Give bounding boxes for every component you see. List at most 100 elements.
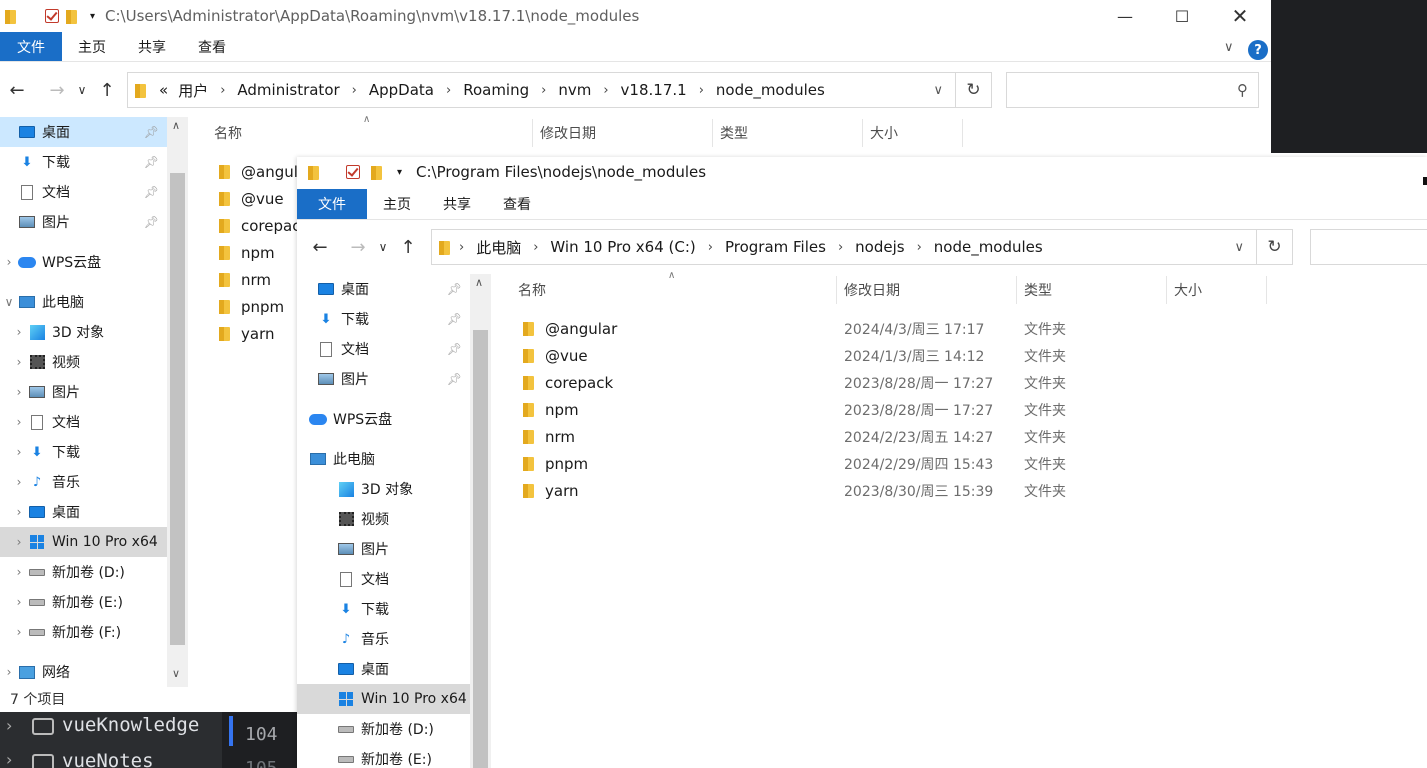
column-size[interactable]: 大小 (1174, 276, 1202, 304)
column-size[interactable]: 大小 (870, 119, 898, 147)
chevron-right-icon[interactable]: › (0, 665, 18, 679)
column-divider[interactable] (962, 119, 963, 147)
pin-icon[interactable]: 📌︎ (447, 282, 462, 296)
search-input[interactable] (1310, 229, 1427, 265)
chevron-right-icon[interactable]: › (10, 415, 28, 429)
crumb-roaming[interactable]: Roaming (463, 81, 529, 99)
minimize-button[interactable]: — (1096, 0, 1154, 32)
column-name[interactable]: 名称 (518, 276, 546, 304)
pin-icon[interactable]: 📌︎ (144, 125, 159, 139)
column-divider[interactable] (836, 276, 837, 304)
column-date[interactable]: 修改日期 (844, 276, 900, 304)
new-folder-icon[interactable] (370, 165, 383, 180)
file-row[interactable]: pnpm (218, 293, 284, 320)
back-button[interactable]: ← (2, 75, 32, 105)
tab-home[interactable]: 主页 (62, 32, 122, 61)
crumb-appdata[interactable]: AppData (369, 81, 434, 99)
chevron-right-icon[interactable]: › (352, 83, 357, 98)
nav-item-documents[interactable]: 文档 📌︎ (0, 177, 167, 207)
forward-button[interactable]: → (343, 232, 373, 262)
customize-toolbar-icon[interactable]: ▾ (90, 11, 95, 22)
column-divider[interactable] (862, 119, 863, 147)
pin-icon[interactable]: 📌︎ (144, 155, 159, 169)
nav-item-e-drive[interactable]: › 新加卷 (E:) (0, 587, 188, 617)
nav-item-pictures-pc[interactable]: › 图片 (0, 377, 188, 407)
column-type[interactable]: 类型 (1024, 276, 1052, 304)
file-row[interactable]: npm 2023/8/28/周一 17:27 文件夹 (522, 396, 1282, 423)
file-row[interactable]: @vue (218, 185, 284, 212)
file-row[interactable]: @vue 2024/1/3/周三 14:12 文件夹 (522, 342, 1282, 369)
project-item[interactable]: vueKnowledge (62, 714, 199, 736)
nav-item-this-pc[interactable]: ∨ 此电脑 (0, 287, 188, 317)
nav-scrollbar[interactable]: ∧ ∨ (167, 117, 188, 687)
recent-locations-button[interactable]: ∨ (373, 232, 393, 262)
nav-scrollbar[interactable]: ∧ (470, 274, 491, 768)
refresh-button[interactable]: ↻ (956, 72, 992, 108)
properties-icon[interactable] (45, 9, 59, 23)
help-icon[interactable]: ? (1248, 40, 1268, 60)
pin-icon[interactable]: 📌︎ (447, 372, 462, 386)
nav-item-e-drive[interactable]: 新加卷 (E:) (297, 744, 491, 768)
crumb-nodejs[interactable]: nodejs (855, 238, 904, 256)
tab-view[interactable]: 查看 (487, 189, 547, 219)
recent-locations-button[interactable]: ∨ (72, 75, 92, 105)
crumb-node-modules[interactable]: node_modules (716, 81, 825, 99)
project-item[interactable]: vueNotes (62, 750, 154, 768)
chevron-right-icon[interactable]: › (446, 83, 451, 98)
nav-item-network[interactable]: › 网络 (0, 657, 188, 687)
nav-item-wps[interactable]: › WPS云盘 (0, 247, 188, 277)
file-row[interactable]: @angular 2024/4/3/周三 17:17 文件夹 (522, 315, 1282, 342)
chevron-right-icon[interactable]: › (838, 240, 843, 255)
tab-file[interactable]: 文件 (0, 32, 62, 61)
file-row[interactable]: @angul (218, 158, 298, 185)
chevron-right-icon[interactable]: › (10, 565, 28, 579)
nav-item-documents-pc[interactable]: › 文档 (0, 407, 188, 437)
chevron-down-icon[interactable]: ∨ (0, 295, 18, 309)
tab-share[interactable]: 共享 (122, 32, 182, 61)
maximize-button[interactable]: ☐ (1153, 0, 1211, 32)
file-row[interactable]: nrm (218, 266, 271, 293)
crumb-version[interactable]: v18.17.1 (621, 81, 687, 99)
file-row[interactable]: npm (218, 239, 275, 266)
address-bar[interactable]: « 用户 › Administrator › AppData › Roaming › n… (127, 72, 956, 108)
file-row[interactable]: yarn 2023/8/30/周三 15:39 文件夹 (522, 477, 1282, 504)
crumb-program-files[interactable]: Program Files (725, 238, 826, 256)
address-dropdown-icon[interactable]: ∨ (1234, 240, 1244, 255)
pin-icon[interactable]: 📌︎ (144, 215, 159, 229)
crumb-this-pc[interactable]: 此电脑 (476, 237, 521, 258)
crumb-nvm[interactable]: nvm (558, 81, 591, 99)
column-type[interactable]: 类型 (720, 119, 748, 147)
scroll-down-icon[interactable]: ∨ (172, 667, 180, 680)
expand-ribbon-icon[interactable]: ∨ (1224, 40, 1234, 55)
close-button[interactable]: ✕ (1211, 0, 1269, 32)
nav-item-d-drive[interactable]: › 新加卷 (D:) (0, 557, 188, 587)
nav-item-desktop-pc[interactable]: 桌面 (297, 654, 491, 684)
nav-item-downloads[interactable]: ⬇ 下载 📌︎ (0, 147, 167, 177)
nav-item-downloads-pc[interactable]: › ⬇ 下载 (0, 437, 188, 467)
back-button[interactable]: ← (305, 232, 335, 262)
nav-item-downloads[interactable]: ⬇ 下载 📌︎ (297, 304, 470, 334)
pin-icon[interactable]: 📌︎ (447, 342, 462, 356)
column-divider[interactable] (532, 119, 533, 147)
chevron-right-icon[interactable]: › (10, 505, 28, 519)
search-input[interactable]: ⚲ (1006, 72, 1259, 108)
chevron-right-icon[interactable]: › (10, 385, 28, 399)
nav-item-pictures[interactable]: 图片 📌︎ (0, 207, 167, 237)
nav-item-videos[interactable]: 视频 (297, 504, 491, 534)
nav-item-3d[interactable]: › 3D 对象 (0, 317, 188, 347)
tab-home[interactable]: 主页 (367, 189, 427, 219)
chevron-right-icon[interactable]: › (0, 255, 18, 269)
pin-icon[interactable]: 📌︎ (447, 312, 462, 326)
new-folder-icon[interactable] (65, 9, 78, 24)
scroll-up-icon[interactable]: ∧ (475, 276, 483, 289)
crumb-administrator[interactable]: Administrator (237, 81, 339, 99)
chevron-right-icon[interactable]: › (10, 595, 28, 609)
file-row[interactable]: corepack 2023/8/28/周一 17:27 文件夹 (522, 369, 1282, 396)
crumb-c-drive[interactable]: Win 10 Pro x64 (C:) (550, 238, 695, 256)
chevron-right-icon[interactable]: › (10, 535, 28, 549)
chevron-right-icon[interactable]: › (10, 625, 28, 639)
chevron-right-icon[interactable]: › (6, 750, 12, 768)
nav-item-wps[interactable]: WPS云盘 (297, 404, 491, 434)
nav-item-3d[interactable]: 3D 对象 (297, 474, 491, 504)
chevron-right-icon[interactable]: › (541, 83, 546, 98)
